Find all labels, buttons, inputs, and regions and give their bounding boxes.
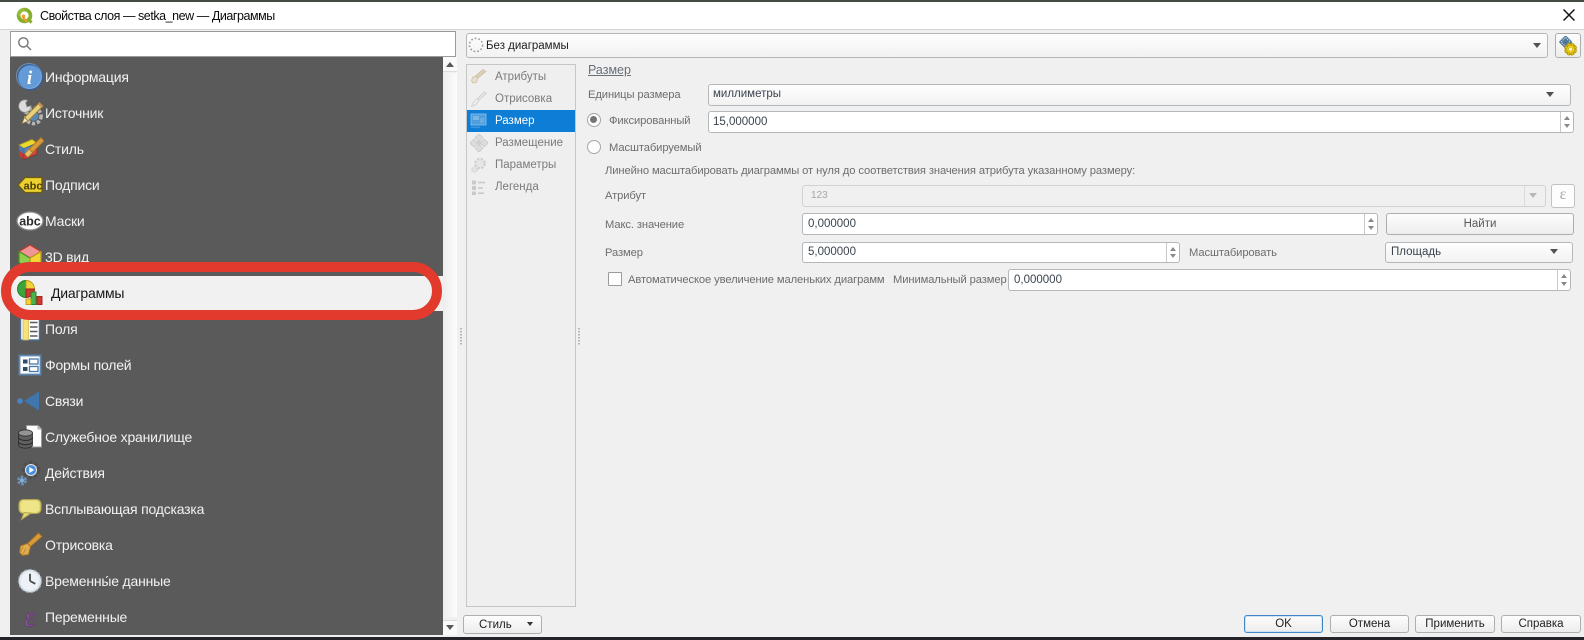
svg-text:ε: ε: [24, 603, 36, 631]
svg-text:i: i: [27, 68, 33, 89]
svg-text:abc: abc: [19, 215, 41, 229]
svg-text:abc: abc: [24, 181, 43, 193]
